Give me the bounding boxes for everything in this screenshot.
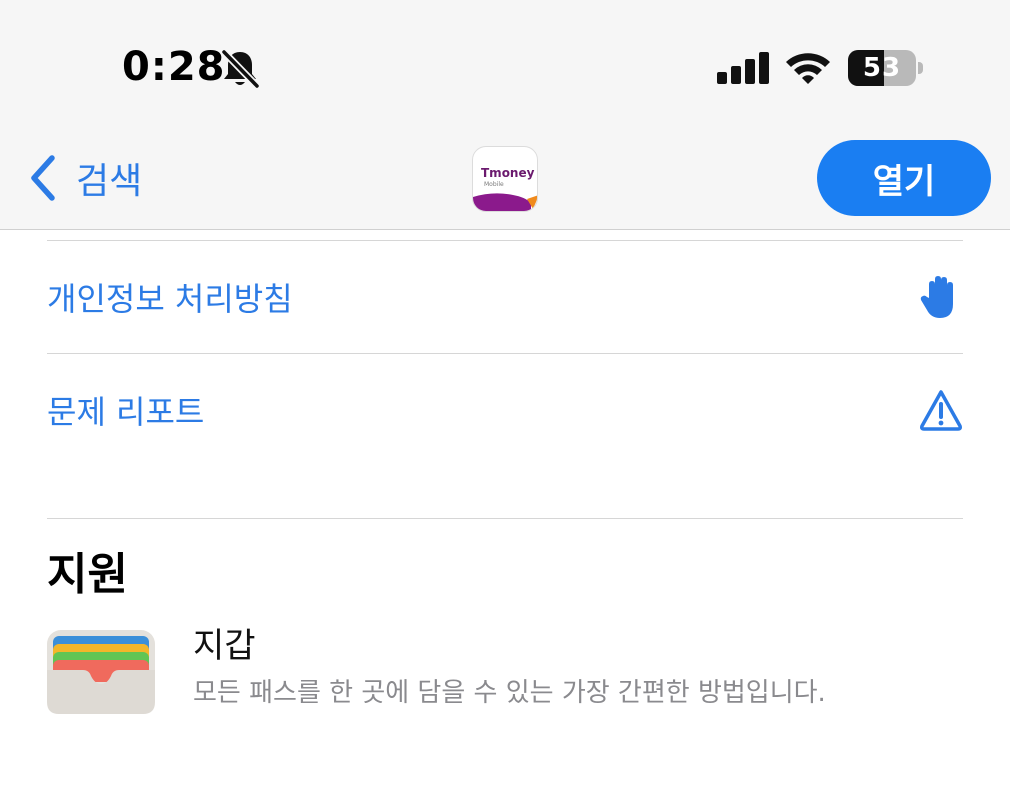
privacy-policy-row[interactable]: 개인정보 처리방침 (47, 257, 963, 337)
battery-percent: 53 (862, 53, 902, 83)
app-icon-subtext: Mobile (484, 181, 504, 188)
cellular-signal-icon (717, 52, 769, 84)
report-problem-label: 문제 리포트 (47, 393, 205, 431)
exclamation-triangle-icon (920, 390, 962, 431)
wallet-app-description: 모든 패스를 한 곳에 담을 수 있는 가장 간편한 방법입니다. (193, 678, 826, 708)
wallet-app-icon (47, 630, 155, 714)
battery-icon: 53 (848, 50, 923, 86)
support-section-title: 지원 (47, 549, 128, 600)
divider (47, 353, 963, 354)
navigation-bar: 검색 Tmoney Mobile 열기 (0, 128, 1010, 230)
privacy-policy-label: 개인정보 처리방침 (47, 280, 293, 318)
back-button[interactable]: 검색 (28, 150, 142, 206)
hand-raised-icon (920, 276, 953, 318)
bell-slash-icon (221, 49, 260, 89)
app-icon-text: Tmoney (481, 166, 535, 180)
wallet-app-item[interactable]: 지갑 모든 패스를 한 곳에 담을 수 있는 가장 간편한 방법입니다. (47, 612, 963, 722)
back-button-label: 검색 (76, 161, 143, 202)
clock-time: 0:28 (122, 44, 226, 90)
divider (47, 518, 963, 519)
chevron-left-icon (31, 155, 55, 201)
report-problem-row[interactable]: 문제 리포트 (47, 370, 963, 450)
divider (47, 240, 963, 241)
status-bar: 0:28 53 (0, 0, 1010, 128)
open-button[interactable]: 열기 (817, 140, 991, 216)
wifi-icon (786, 53, 830, 84)
tmoney-app-icon: Tmoney Mobile (472, 146, 538, 212)
wallet-app-name: 지갑 (193, 626, 256, 666)
